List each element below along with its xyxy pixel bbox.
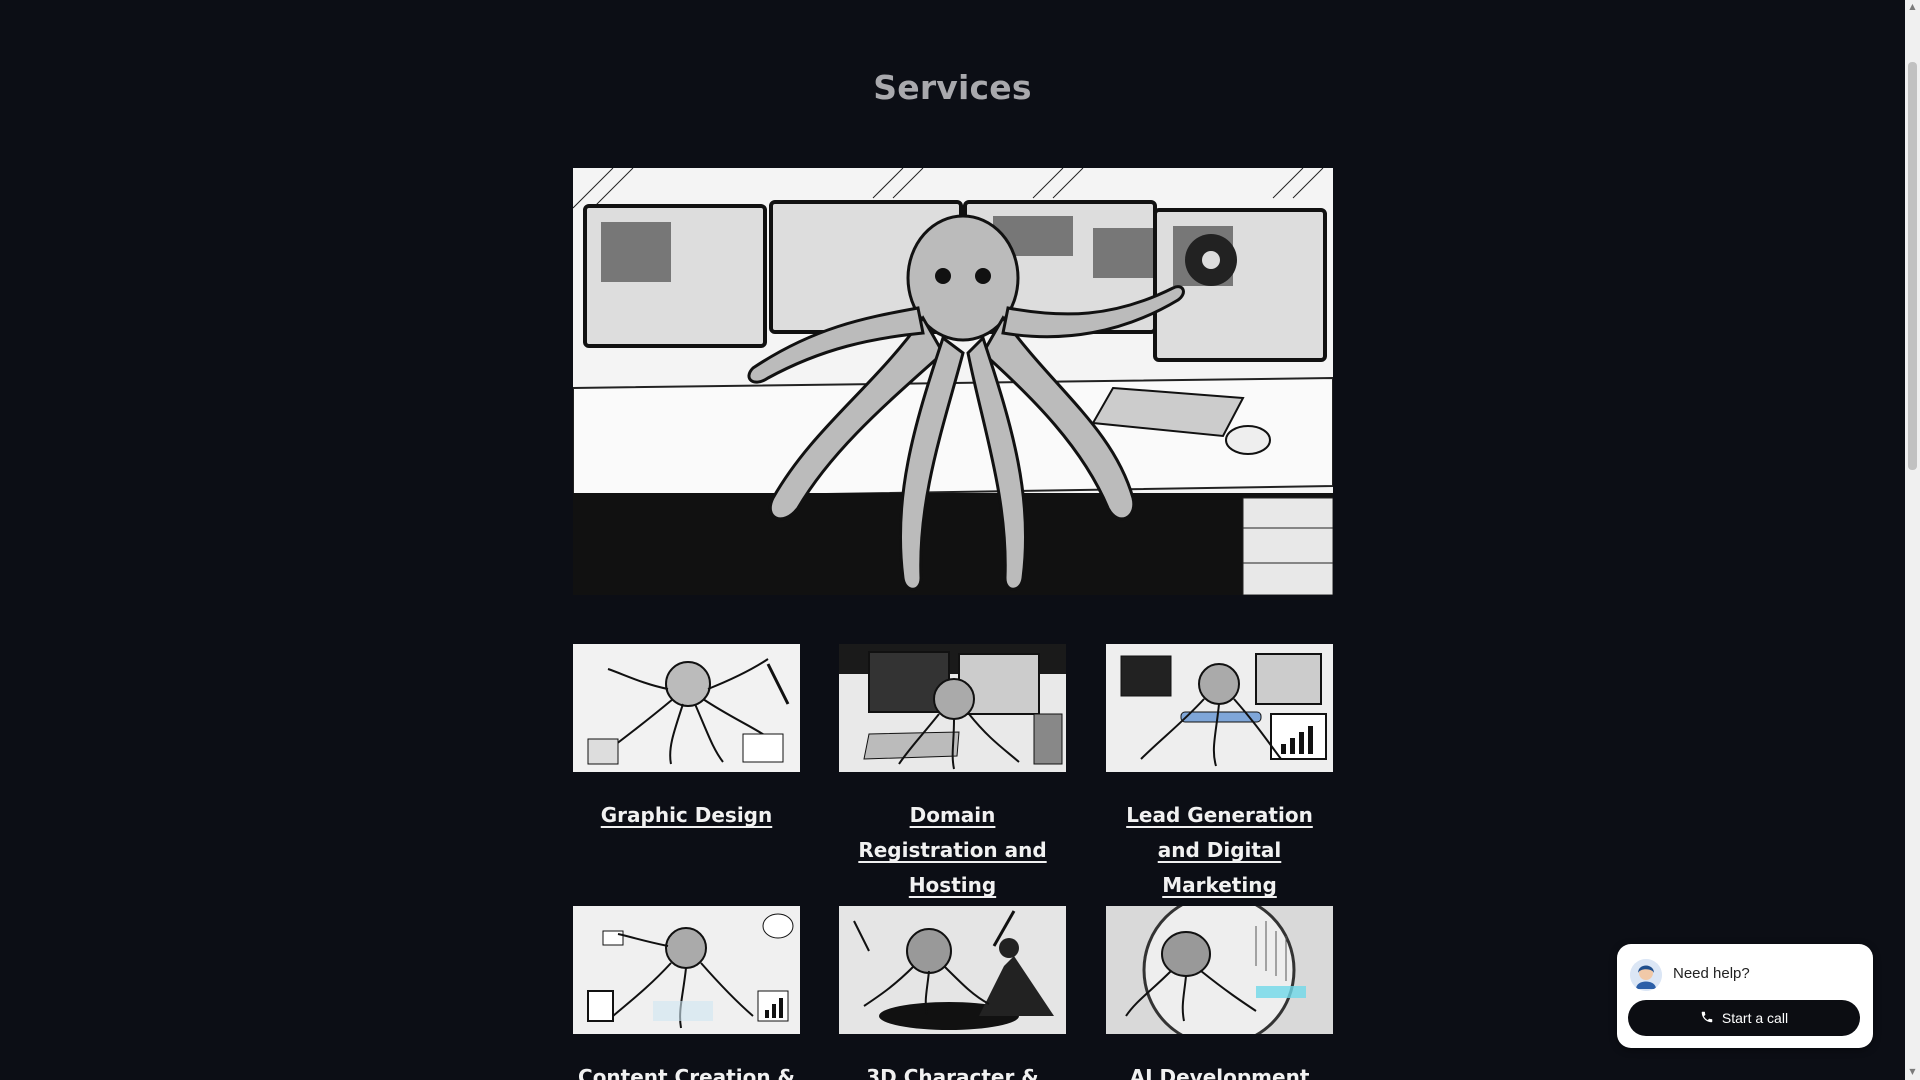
hero-image: [573, 168, 1333, 595]
agent-avatar-icon: [1630, 959, 1662, 991]
service-card-graphic-design: Graphic Design: [573, 644, 800, 833]
help-widget: Need help? Start a call: [1617, 944, 1873, 1048]
service-link-graphic-design[interactable]: Graphic Design: [573, 798, 800, 833]
start-call-button[interactable]: Start a call: [1628, 1000, 1860, 1036]
service-link-content-creation[interactable]: Content Creation &: [573, 1060, 800, 1080]
service-link-lead-generation[interactable]: Lead Generation and Digital Marketing: [1106, 798, 1333, 903]
service-link-domain-hosting[interactable]: Domain Registration and Hosting: [839, 798, 1066, 903]
page-title: Services: [873, 68, 1032, 107]
scrollbar-thumb[interactable]: [1908, 62, 1917, 470]
octopus-at-computers-illustration: [573, 168, 1333, 595]
service-card-3d-character: 3D Character &: [839, 906, 1066, 1080]
help-prompt: Need help?: [1673, 965, 1750, 982]
start-call-label: Start a call: [1721, 1010, 1789, 1026]
scroll-up-icon[interactable]: ▲: [1908, 3, 1917, 11]
octopus-3d-character-illustration: [839, 906, 1066, 1034]
octopus-ai-circuit-illustration: [1106, 906, 1333, 1034]
octopus-design-tools-illustration: [573, 644, 800, 772]
octopus-content-illustration: [573, 906, 800, 1034]
scroll-down-icon[interactable]: ▼: [1908, 1068, 1917, 1076]
octopus-marketing-illustration: [1106, 644, 1333, 772]
service-card-domain-hosting: Domain Registration and Hosting: [839, 644, 1066, 903]
page-scrollbar[interactable]: ▲ ▼: [1905, 0, 1920, 1080]
service-link-3d-character[interactable]: 3D Character &: [839, 1060, 1066, 1080]
phone-icon: [1700, 1010, 1714, 1027]
service-link-ai-development[interactable]: AI Development and: [1106, 1060, 1333, 1080]
service-card-lead-generation: Lead Generation and Digital Marketing: [1106, 644, 1333, 903]
octopus-servers-illustration: [839, 644, 1066, 772]
service-card-content-creation: Content Creation &: [573, 906, 800, 1080]
service-card-ai-development: AI Development and: [1106, 906, 1333, 1080]
page: Services Graphic Design Domain Registrat…: [0, 0, 1905, 1080]
